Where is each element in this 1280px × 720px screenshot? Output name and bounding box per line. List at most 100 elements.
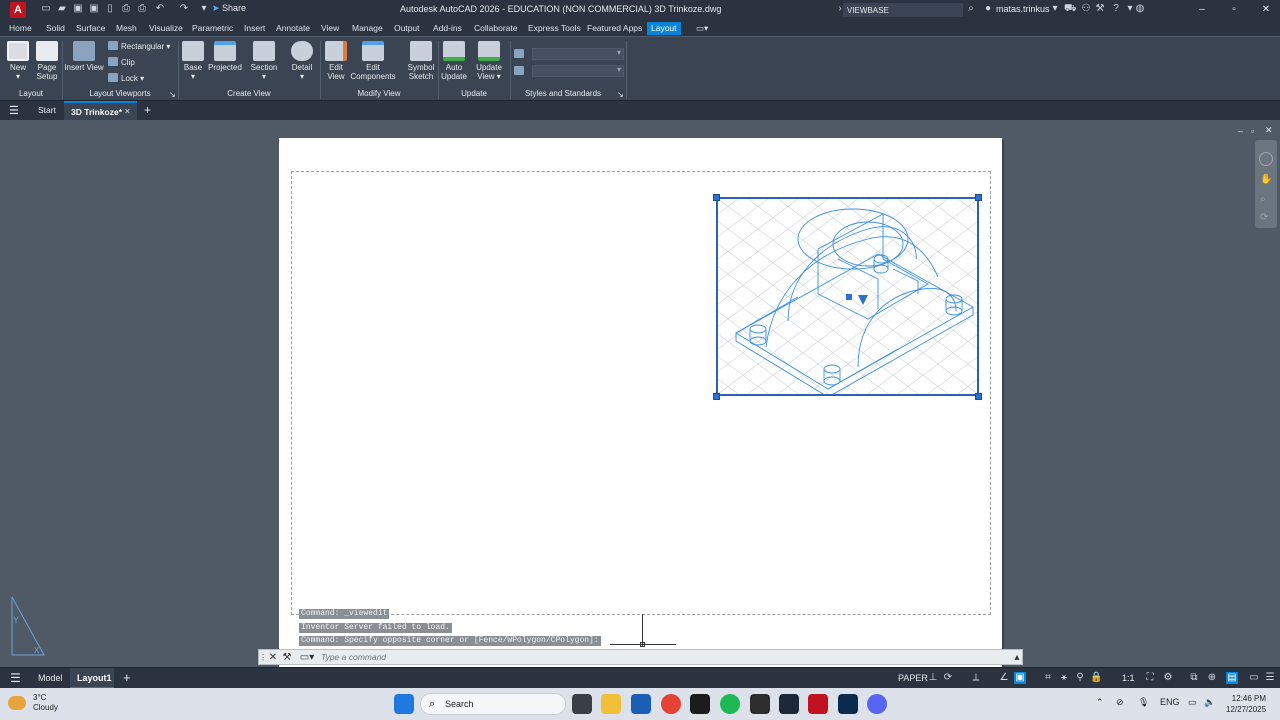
- scale-readout[interactable]: 1:1: [1122, 673, 1135, 683]
- command-line[interactable]: ⋮ ✕ ⚒ ▭▾ Type a command ▴: [258, 649, 1023, 665]
- view-style-dropdown[interactable]: [532, 65, 624, 77]
- exchange-icon[interactable]: ⚇: [1080, 3, 1092, 15]
- annotation-scale-icon[interactable]: ⚲: [1074, 672, 1086, 684]
- rectangular-viewport-button[interactable]: Rectangular ▾: [108, 41, 170, 52]
- tab-annotate[interactable]: Annotate: [272, 22, 314, 35]
- tray-overflow-icon[interactable]: ⌃: [1096, 697, 1104, 708]
- tab-home[interactable]: Home: [5, 22, 36, 35]
- paper-space-toggle[interactable]: PAPER: [898, 673, 928, 683]
- display-icon[interactable]: ▭: [1188, 697, 1197, 708]
- grid-icon[interactable]: ⊥: [927, 672, 939, 684]
- fullscreen-toggle-icon[interactable]: ⛶: [1144, 672, 1156, 684]
- tab-surface[interactable]: Surface: [72, 22, 109, 35]
- navigation-bar[interactable]: ✋ ⌕ ⟳: [1255, 140, 1277, 228]
- minimize-button[interactable]: –: [1192, 2, 1212, 18]
- tab-layout[interactable]: Layout: [647, 22, 681, 35]
- tab-add-ins[interactable]: Add-ins: [429, 22, 466, 35]
- print-icon[interactable]: ⎙: [120, 3, 132, 15]
- drawing-viewport[interactable]: [716, 197, 979, 396]
- tab-start[interactable]: Start: [38, 105, 56, 115]
- command-line-grip-icon[interactable]: ⋮: [259, 652, 267, 664]
- drawing-area[interactable]: – ▫ ✕ ✋ ⌕ ⟳ Y X Command: _viewedit Inven…: [0, 120, 1280, 667]
- drafting-standard-dropdown[interactable]: [532, 48, 624, 60]
- task-view-icon[interactable]: [572, 694, 592, 714]
- plot-preview-icon[interactable]: ▯: [104, 3, 116, 15]
- tab-output[interactable]: Output: [390, 22, 424, 35]
- annotation-icon[interactable]: ⚹: [1058, 672, 1070, 684]
- tab-parametric[interactable]: Parametric: [188, 22, 237, 35]
- new-file-icon[interactable]: ▭: [40, 3, 52, 15]
- lock-ui-icon[interactable]: 🔒: [1090, 672, 1102, 684]
- search-icon[interactable]: ⌕: [965, 3, 977, 15]
- section-view-button[interactable]: Section ▾: [248, 41, 280, 81]
- clean-screen-icon[interactable]: ▭: [1248, 672, 1260, 684]
- save-as-icon[interactable]: ▣: [88, 3, 100, 15]
- spotify-icon[interactable]: [720, 694, 740, 714]
- tab-insert[interactable]: Insert: [240, 22, 269, 35]
- isolate-icon[interactable]: ⧉: [1188, 672, 1200, 684]
- tab-solid[interactable]: Solid: [42, 22, 69, 35]
- auto-update-button[interactable]: Auto Update: [440, 41, 468, 81]
- lookup-grip-icon[interactable]: [858, 295, 868, 305]
- page-setup-button[interactable]: Page Setup: [33, 41, 61, 81]
- network-off-icon[interactable]: ⊘: [1116, 697, 1124, 708]
- snap-icon[interactable]: ⟳: [942, 672, 954, 684]
- print-icon-2[interactable]: ⎙: [136, 3, 148, 15]
- viewport-close-icon[interactable]: ✕: [1265, 125, 1273, 136]
- insert-view-button[interactable]: Insert View: [64, 41, 104, 72]
- viewport-minimize-icon[interactable]: –: [1238, 126, 1243, 136]
- chrome-icon[interactable]: [661, 694, 681, 714]
- layout-menu-icon[interactable]: ☰: [10, 671, 21, 685]
- lock-button[interactable]: Lock ▾: [108, 73, 144, 84]
- viewport-grip-bottom-right[interactable]: [975, 393, 982, 400]
- tab-current-file[interactable]: 3D Trinkoze* ✕: [64, 101, 137, 121]
- redo-icon[interactable]: ↷: [178, 3, 190, 15]
- save-icon[interactable]: ▣: [72, 3, 84, 15]
- workspace-gear-icon[interactable]: ⚙: [1162, 672, 1174, 684]
- tab-express-tools[interactable]: Express Tools: [524, 22, 585, 35]
- viewport-restore-icon[interactable]: ▫: [1251, 126, 1254, 136]
- steam-icon[interactable]: [779, 694, 799, 714]
- tab-layout1[interactable]: Layout1: [70, 668, 114, 689]
- weather-widget[interactable]: 3°C Cloudy: [33, 693, 58, 713]
- close-button[interactable]: ✕: [1256, 2, 1276, 18]
- tab-manage[interactable]: Manage: [348, 22, 387, 35]
- styles-dialog-launcher-icon[interactable]: ↘: [617, 90, 624, 100]
- discord-icon[interactable]: [867, 694, 887, 714]
- detail-view-button[interactable]: Detail ▾: [288, 41, 316, 81]
- share-button[interactable]: ➤ Share: [212, 3, 246, 14]
- pan-icon[interactable]: ✋: [1260, 174, 1272, 185]
- cart-icon[interactable]: ⛟: [1064, 3, 1077, 15]
- tab-model[interactable]: Model: [38, 673, 63, 683]
- tab-collaborate[interactable]: Collaborate: [470, 22, 521, 35]
- close-tab-icon[interactable]: ✕: [124, 107, 131, 116]
- autocad-alt-taskbar-icon[interactable]: [838, 694, 858, 714]
- tab-featured-apps[interactable]: Featured Apps: [583, 22, 646, 35]
- command-line-dropdown-icon[interactable]: ▴: [1011, 652, 1023, 664]
- viewport-grip-bottom-left[interactable]: [713, 393, 720, 400]
- customize-icon[interactable]: ⚒: [281, 652, 293, 664]
- hardware-acceleration-icon[interactable]: ⊕: [1206, 672, 1218, 684]
- tab-visualize[interactable]: Visualize: [145, 22, 187, 35]
- quick-properties-icon[interactable]: ▤: [1226, 672, 1238, 684]
- update-view-button[interactable]: Update View ▾: [474, 41, 504, 81]
- language-indicator[interactable]: ENG: [1160, 697, 1180, 707]
- restore-button[interactable]: ▫: [1224, 2, 1244, 18]
- osnap-icon[interactable]: ▣: [1014, 672, 1026, 684]
- new-tab-icon[interactable]: +: [144, 103, 151, 117]
- quick-access-dropdown-icon[interactable]: ▾: [198, 3, 210, 15]
- customization-menu-icon[interactable]: ☰: [1264, 672, 1276, 684]
- autocad-logo-icon[interactable]: A: [10, 2, 26, 18]
- new-layout-tab-icon[interactable]: +: [123, 670, 131, 685]
- chat-icon[interactable]: ◍: [1134, 3, 1146, 15]
- windows-start-icon[interactable]: [394, 694, 414, 714]
- taskbar-clock[interactable]: 12:46 PM 12/27/2025: [1226, 693, 1266, 715]
- app-icon[interactable]: [750, 694, 770, 714]
- file-explorer-icon[interactable]: [601, 694, 621, 714]
- file-menu-icon[interactable]: ☰: [9, 104, 19, 117]
- autocad-taskbar-icon[interactable]: [808, 694, 828, 714]
- volume-icon[interactable]: 🔈: [1204, 697, 1215, 708]
- terminal-icon[interactable]: [690, 694, 710, 714]
- polar-icon[interactable]: ∠: [998, 672, 1010, 684]
- command-input[interactable]: Type a command: [321, 652, 386, 662]
